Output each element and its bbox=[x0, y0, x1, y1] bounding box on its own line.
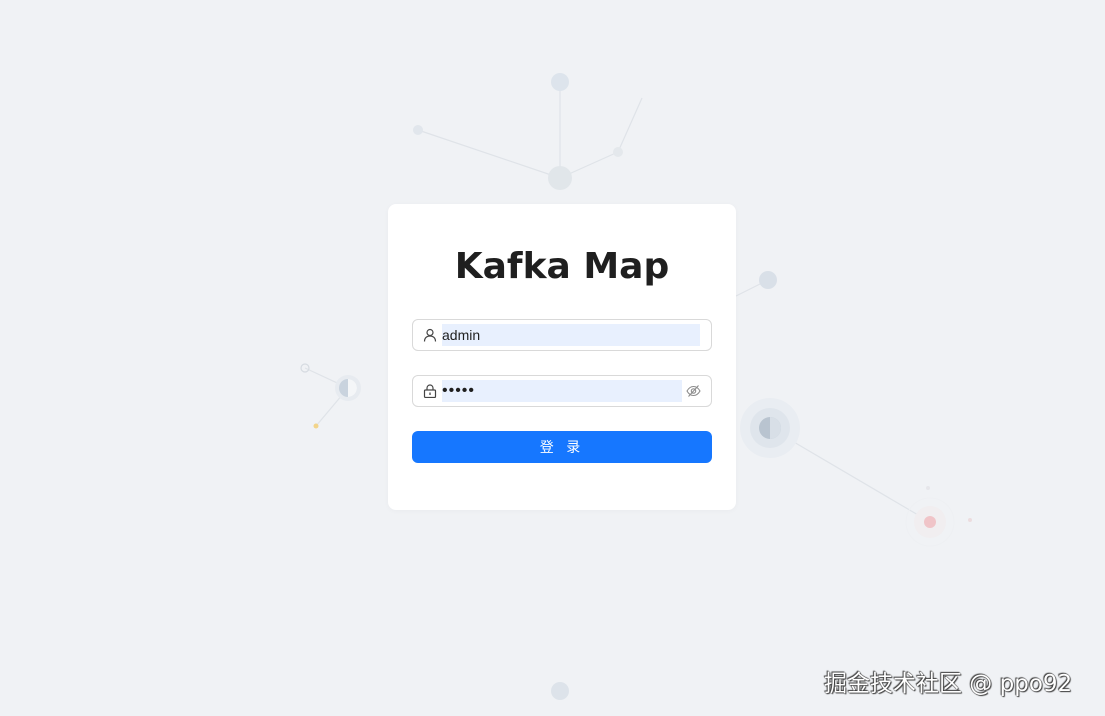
login-card: Kafka Map 登 录 bbox=[388, 204, 736, 510]
password-input[interactable] bbox=[442, 380, 682, 402]
password-field[interactable] bbox=[412, 375, 712, 407]
watermark: 掘金技术社区 @ ppo92 bbox=[824, 671, 1073, 697]
username-field[interactable] bbox=[412, 319, 712, 351]
username-input[interactable] bbox=[442, 324, 700, 346]
page-title: Kafka Map bbox=[454, 246, 670, 287]
user-icon bbox=[423, 328, 437, 342]
eye-invisible-icon[interactable] bbox=[686, 384, 701, 398]
login-button[interactable]: 登 录 bbox=[412, 431, 712, 463]
lock-icon bbox=[423, 384, 437, 398]
